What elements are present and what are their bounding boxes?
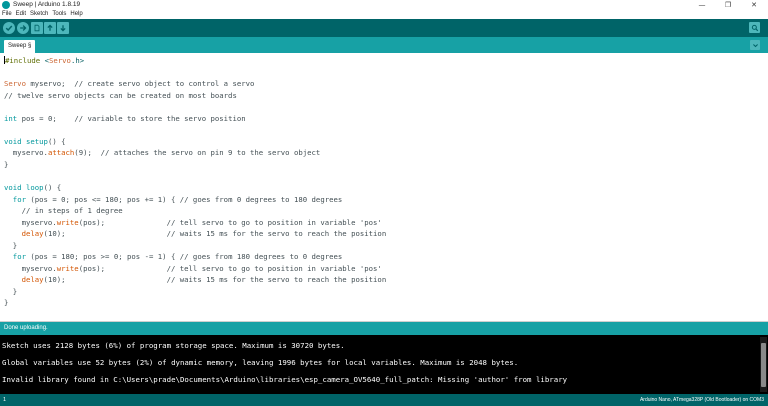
code-line: myservo.attach(9); // attaches the servo… <box>4 148 321 158</box>
minimize-button[interactable]: — <box>690 0 714 10</box>
code-line: int pos = 0; // variable to store the se… <box>4 113 246 123</box>
toolbar <box>0 19 768 37</box>
menu-tools[interactable]: Tools <box>52 10 66 19</box>
arrow-right-icon <box>20 25 27 31</box>
console-line: Global variables use 52 bytes (2%) of dy… <box>2 358 519 367</box>
code-line: myservo.write(pos); // tell servo to go … <box>4 263 382 273</box>
cursor-line-number: 1 <box>3 397 7 403</box>
bottom-status-bar: 1 Arduino Nano, ATmega328P (Old Bootload… <box>0 394 768 406</box>
chevron-down-icon <box>752 43 758 47</box>
window-title: Sweep | Arduino 1.8.19 <box>13 1 81 8</box>
console-scrollbar-thumb[interactable] <box>761 343 766 387</box>
code-line: } <box>4 159 9 169</box>
console-line: Sketch uses 2128 bytes (6%) of program s… <box>2 341 345 350</box>
status-message: Done uploading. <box>4 325 48 331</box>
menu-edit[interactable]: Edit <box>16 10 26 19</box>
code-line: } <box>4 240 18 250</box>
menu-help[interactable]: Help <box>70 10 82 19</box>
code-line: } <box>4 298 9 308</box>
board-port-info: Arduino Nano, ATmega328P (Old Bootloader… <box>639 397 764 403</box>
code-line: } <box>4 286 18 296</box>
magnifier-icon <box>751 24 758 31</box>
maximize-button[interactable]: ❐ <box>716 0 740 10</box>
code-line: delay(10); // waits 15 ms for the servo … <box>21 275 387 285</box>
code-editor[interactable]: #include <Servo.h> Servo myservo; // crea… <box>0 53 768 321</box>
new-file-icon <box>34 24 40 32</box>
arduino-app-icon <box>2 1 10 9</box>
code-line: // twelve servo objects can be created o… <box>4 90 237 100</box>
code-line: myservo.write(pos); // tell servo to go … <box>4 217 382 227</box>
code-line: void loop() { <box>4 183 62 193</box>
console-line: Invalid library found in C:\Users\prade\… <box>2 375 568 384</box>
verify-button[interactable] <box>3 22 15 34</box>
save-sketch-button[interactable] <box>57 22 69 34</box>
close-button[interactable]: ✕ <box>742 0 766 10</box>
serial-monitor-button[interactable] <box>749 22 760 33</box>
code-line: #include <Servo.h> <box>4 56 85 65</box>
code-line: for (pos = 0; pos <= 180; pos += 1) { //… <box>12 194 343 204</box>
code-line: void setup() { <box>4 136 66 146</box>
menu-sketch[interactable]: Sketch <box>30 10 48 19</box>
arrow-up-icon <box>47 24 53 31</box>
code-line: Servo myservo; // create servo object to… <box>4 79 255 89</box>
code-line: // in steps of 1 degree <box>21 206 123 216</box>
code-line: delay(10); // waits 15 ms for the servo … <box>21 229 387 239</box>
menu-bar: File Edit Sketch Tools Help <box>0 10 768 19</box>
new-sketch-button[interactable] <box>31 22 43 34</box>
menu-file[interactable]: File <box>2 10 12 19</box>
status-bar: Done uploading. <box>0 322 768 335</box>
upload-button[interactable] <box>17 22 29 34</box>
tab-menu-button[interactable] <box>750 40 760 50</box>
tab-bar: Sweep § <box>0 37 768 53</box>
arrow-down-icon <box>60 25 66 32</box>
checkmark-icon <box>5 25 13 32</box>
console-output[interactable]: Sketch uses 2128 bytes (6%) of program s… <box>0 335 768 394</box>
title-bar: Sweep | Arduino 1.8.19 — ❐ ✕ <box>0 0 768 10</box>
code-lines: #include <Servo.h> Servo myservo; // crea… <box>4 55 386 309</box>
tab-sweep[interactable]: Sweep § <box>4 40 36 53</box>
code-line: for (pos = 180; pos >= 0; pos -= 1) { //… <box>12 252 343 262</box>
open-sketch-button[interactable] <box>44 22 56 34</box>
